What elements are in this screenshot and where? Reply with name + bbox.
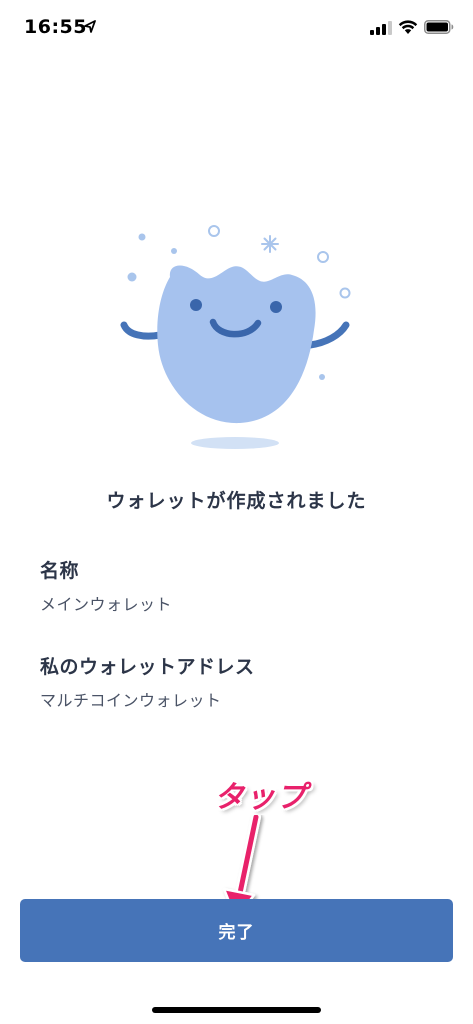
wifi-icon xyxy=(398,20,418,34)
status-bar: 16:55 xyxy=(0,0,473,60)
location-arrow-icon xyxy=(84,20,96,33)
done-button[interactable]: 完了 xyxy=(20,899,453,962)
name-label: 名称 xyxy=(40,560,80,582)
happy-wallet-mascot-illustration xyxy=(120,225,351,449)
cellular-signal-icon xyxy=(370,21,392,35)
name-value: メインウォレット xyxy=(40,595,173,614)
home-indicator[interactable] xyxy=(152,1007,321,1013)
battery-icon xyxy=(424,20,454,34)
status-time: 16:55 xyxy=(24,16,87,38)
tap-annotation: タップ xyxy=(214,780,307,815)
wallet-created-heading: ウォレットが作成されました xyxy=(106,490,367,512)
wallet-created-screen: 16:55 ウォレットが作成されました 名称 メインウォレット 私のウォレットア… xyxy=(0,0,473,1024)
wallet-address-label: 私のウォレットアドレス xyxy=(40,656,255,678)
wallet-address-value: マルチコインウォレット xyxy=(40,691,222,710)
